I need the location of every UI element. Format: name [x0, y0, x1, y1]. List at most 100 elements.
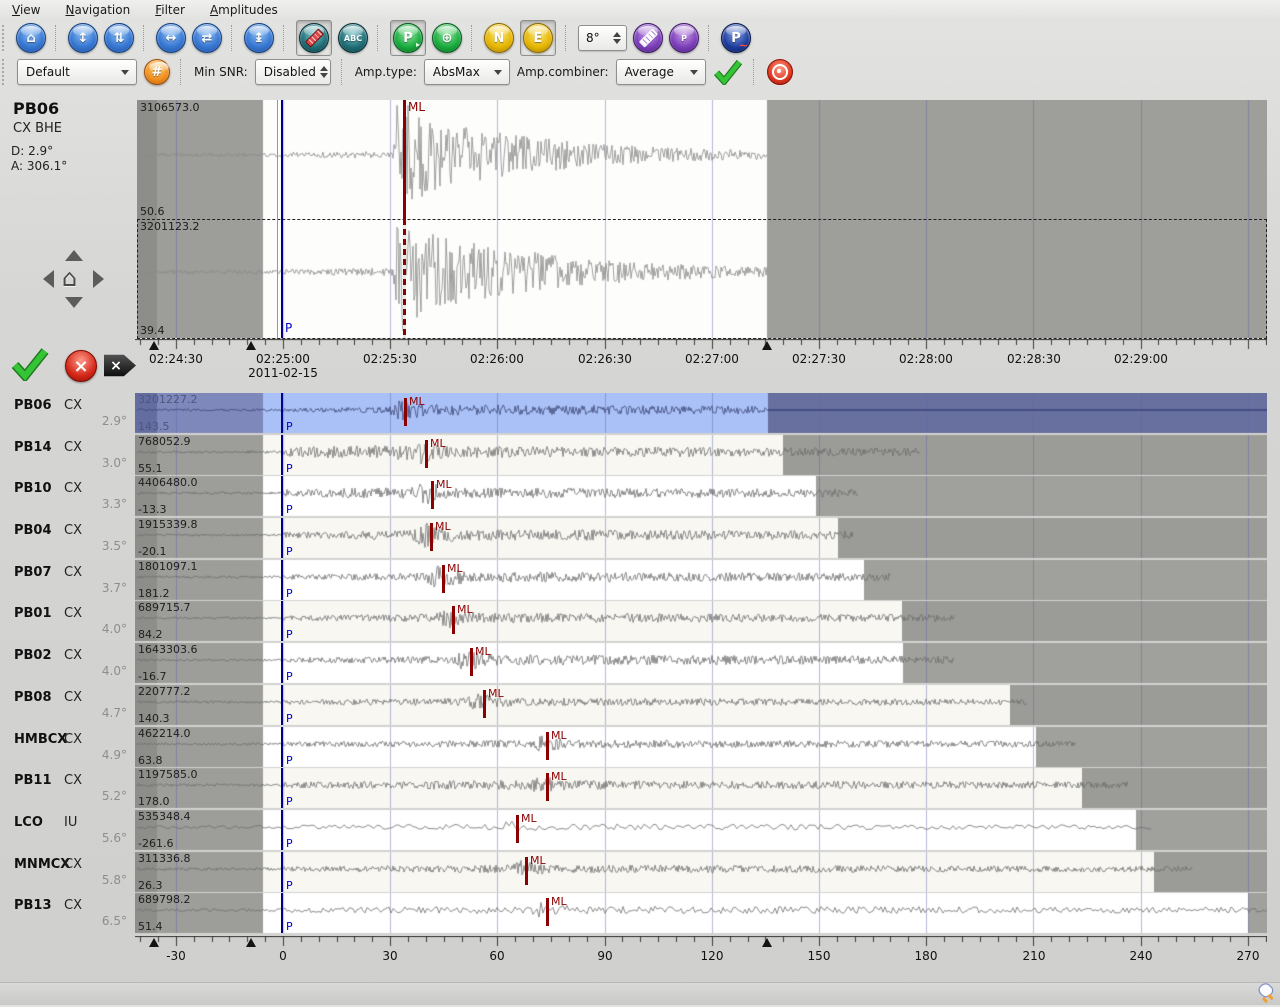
min-snr-spinbox[interactable]: Disabled [255, 59, 331, 85]
ml-label: ML [430, 437, 446, 450]
p-pick-marker[interactable] [281, 643, 283, 683]
p-pick-marker[interactable] [281, 727, 283, 767]
amp-type-combo[interactable]: AbsMax [424, 59, 510, 85]
trace-row-PB11[interactable]: 1197585.0178.0PML [135, 768, 1267, 808]
amp-combiner-combo[interactable]: Average [616, 59, 706, 85]
trace-row-PB06[interactable]: 3201227.2143.5PML [135, 393, 1267, 433]
ml-amplitude-marker[interactable] [404, 398, 407, 426]
trace-row-PB14[interactable]: 768052.955.1PML [135, 435, 1267, 475]
zoom-trace-panel[interactable]: 3106573.050.63201123.239.4PML [137, 100, 1267, 338]
ml-amplitude-marker[interactable] [430, 523, 433, 551]
ml-amplitude-marker[interactable] [403, 100, 406, 219]
compute-magnitudes-button[interactable] [767, 59, 793, 85]
spin-arrows[interactable] [613, 32, 621, 44]
network-code: CX [64, 648, 82, 663]
edit-profile-button[interactable]: # [144, 59, 170, 85]
spin-up-icon[interactable] [613, 32, 621, 37]
time-window-marker[interactable] [762, 938, 772, 947]
ml-amplitude-marker[interactable] [546, 898, 549, 926]
trace-row-LCO[interactable]: 535348.4-261.6PML [135, 810, 1267, 850]
reset-amplitude-zoom-icon: ⇅ [114, 31, 125, 46]
trace-row-MNMCX[interactable]: 311336.826.3PML [135, 852, 1267, 892]
spin-down-icon[interactable] [613, 39, 621, 44]
p-pick-marker[interactable] [281, 685, 283, 725]
scroll-down-button[interactable] [65, 297, 83, 308]
component-n-button[interactable]: N [484, 23, 514, 53]
ml-amplitude-marker[interactable] [525, 857, 528, 885]
trace-row-PB02[interactable]: 1643303.6-16.7PML [135, 643, 1267, 683]
time-window-marker[interactable] [246, 341, 256, 350]
time-window-marker[interactable] [149, 938, 159, 947]
reset-amplitude-zoom-button[interactable]: ⇅ [104, 23, 134, 53]
trace-row-PB01[interactable]: 689715.784.2PML [135, 601, 1267, 641]
row-amp-max: 4406480.0 [138, 476, 198, 489]
apply-amplitudes-button[interactable] [713, 59, 743, 85]
expand-amplitudes-button[interactable]: ↕ [68, 23, 98, 53]
menu-filter[interactable]: Filter [151, 2, 189, 18]
time-window-marker[interactable] [762, 341, 772, 350]
toggle-labels-button[interactable]: ABC [338, 23, 368, 53]
trace-row-PB13[interactable]: 689798.251.4PML [135, 893, 1267, 933]
ml-amplitude-marker[interactable] [516, 815, 519, 843]
trace-row-HMBCX[interactable]: 462214.063.8PML [135, 727, 1267, 767]
time-tick-label: 02:29:00 [1114, 352, 1168, 366]
time-window-marker[interactable] [246, 938, 256, 947]
menu-amplitudes[interactable]: Amplitudes [206, 2, 282, 18]
row-amp-min: 84.2 [138, 628, 163, 641]
p-pick-marker[interactable] [281, 768, 283, 808]
p-pick-marker[interactable] [281, 852, 283, 892]
max-distance-spin[interactable]: 8° [578, 25, 627, 51]
spin-down-icon[interactable] [320, 73, 328, 78]
scroll-left-button[interactable] [43, 270, 54, 288]
align-on-p-frame: P▸ [390, 20, 426, 56]
ml-amplitude-marker[interactable] [403, 219, 406, 338]
menu-navigation[interactable]: Navigation [61, 2, 134, 18]
ml-amplitude-marker[interactable] [442, 565, 445, 593]
ml-amplitude-marker[interactable] [483, 690, 486, 718]
align-on-origin-button[interactable]: ⊕ [432, 23, 462, 53]
row-amp-max: 3201227.2 [138, 393, 198, 406]
trace-row-PB04[interactable]: 1915339.8-20.1PML [135, 518, 1267, 558]
p-pick-marker[interactable] [281, 560, 283, 600]
home-button[interactable]: ⌂ [16, 23, 46, 53]
amplitude-picker-button[interactable]: P [669, 23, 699, 53]
measure-amplitudes-button[interactable] [633, 23, 663, 53]
p-pick-marker[interactable] [281, 810, 283, 850]
ml-amplitude-marker[interactable] [425, 440, 428, 468]
p-pick-marker[interactable] [281, 601, 283, 641]
recompute-amplitudes-button[interactable]: P~ [721, 23, 751, 53]
trace-row-PB08[interactable]: 220777.2140.3PML [135, 685, 1267, 725]
axis-ticks-canvas [135, 339, 1267, 351]
toggle-ruler-button[interactable] [299, 23, 329, 53]
spin-up-icon[interactable] [320, 66, 328, 71]
p-pick-marker[interactable] [281, 893, 283, 933]
amplitude-toolbar: Default#Min SNR:DisabledAmp.type:AbsMaxA… [2, 56, 793, 88]
p-pick-marker[interactable] [281, 393, 283, 433]
profile-combo[interactable]: Default [17, 59, 137, 85]
network-code: CX [64, 606, 82, 621]
p-pick-marker[interactable] [281, 100, 283, 338]
scroll-up-button[interactable] [65, 250, 83, 261]
normalize-amplitudes-button[interactable]: ↨ [244, 23, 274, 53]
reset-time-zoom-button[interactable]: ⇄ [192, 23, 222, 53]
trace-row-PB10[interactable]: 4406480.0-13.3PML [135, 476, 1267, 516]
ml-amplitude-marker[interactable] [546, 732, 549, 760]
ml-amplitude-marker[interactable] [470, 648, 473, 676]
menu-view[interactable]: View [8, 2, 44, 18]
p-pick-marker[interactable] [281, 518, 283, 558]
home-view-button[interactable]: ⌂ [62, 264, 77, 292]
spin-arrows[interactable] [320, 66, 328, 78]
network-code: IU [64, 815, 77, 830]
p-pick-marker[interactable] [281, 476, 283, 516]
ml-amplitude-marker[interactable] [431, 481, 434, 509]
trace-row-PB07[interactable]: 1801097.1181.2PML [135, 560, 1267, 600]
scroll-right-button[interactable] [93, 270, 104, 288]
station-distance: 3.7° [102, 581, 127, 595]
p-pick-marker[interactable] [281, 435, 283, 475]
ml-amplitude-marker[interactable] [452, 606, 455, 634]
expand-time-button[interactable]: ↔ [156, 23, 186, 53]
component-e-button[interactable]: E [523, 23, 553, 53]
ml-amplitude-marker[interactable] [546, 773, 549, 801]
time-window-marker[interactable] [149, 341, 159, 350]
align-on-p-button[interactable]: P▸ [393, 23, 423, 53]
